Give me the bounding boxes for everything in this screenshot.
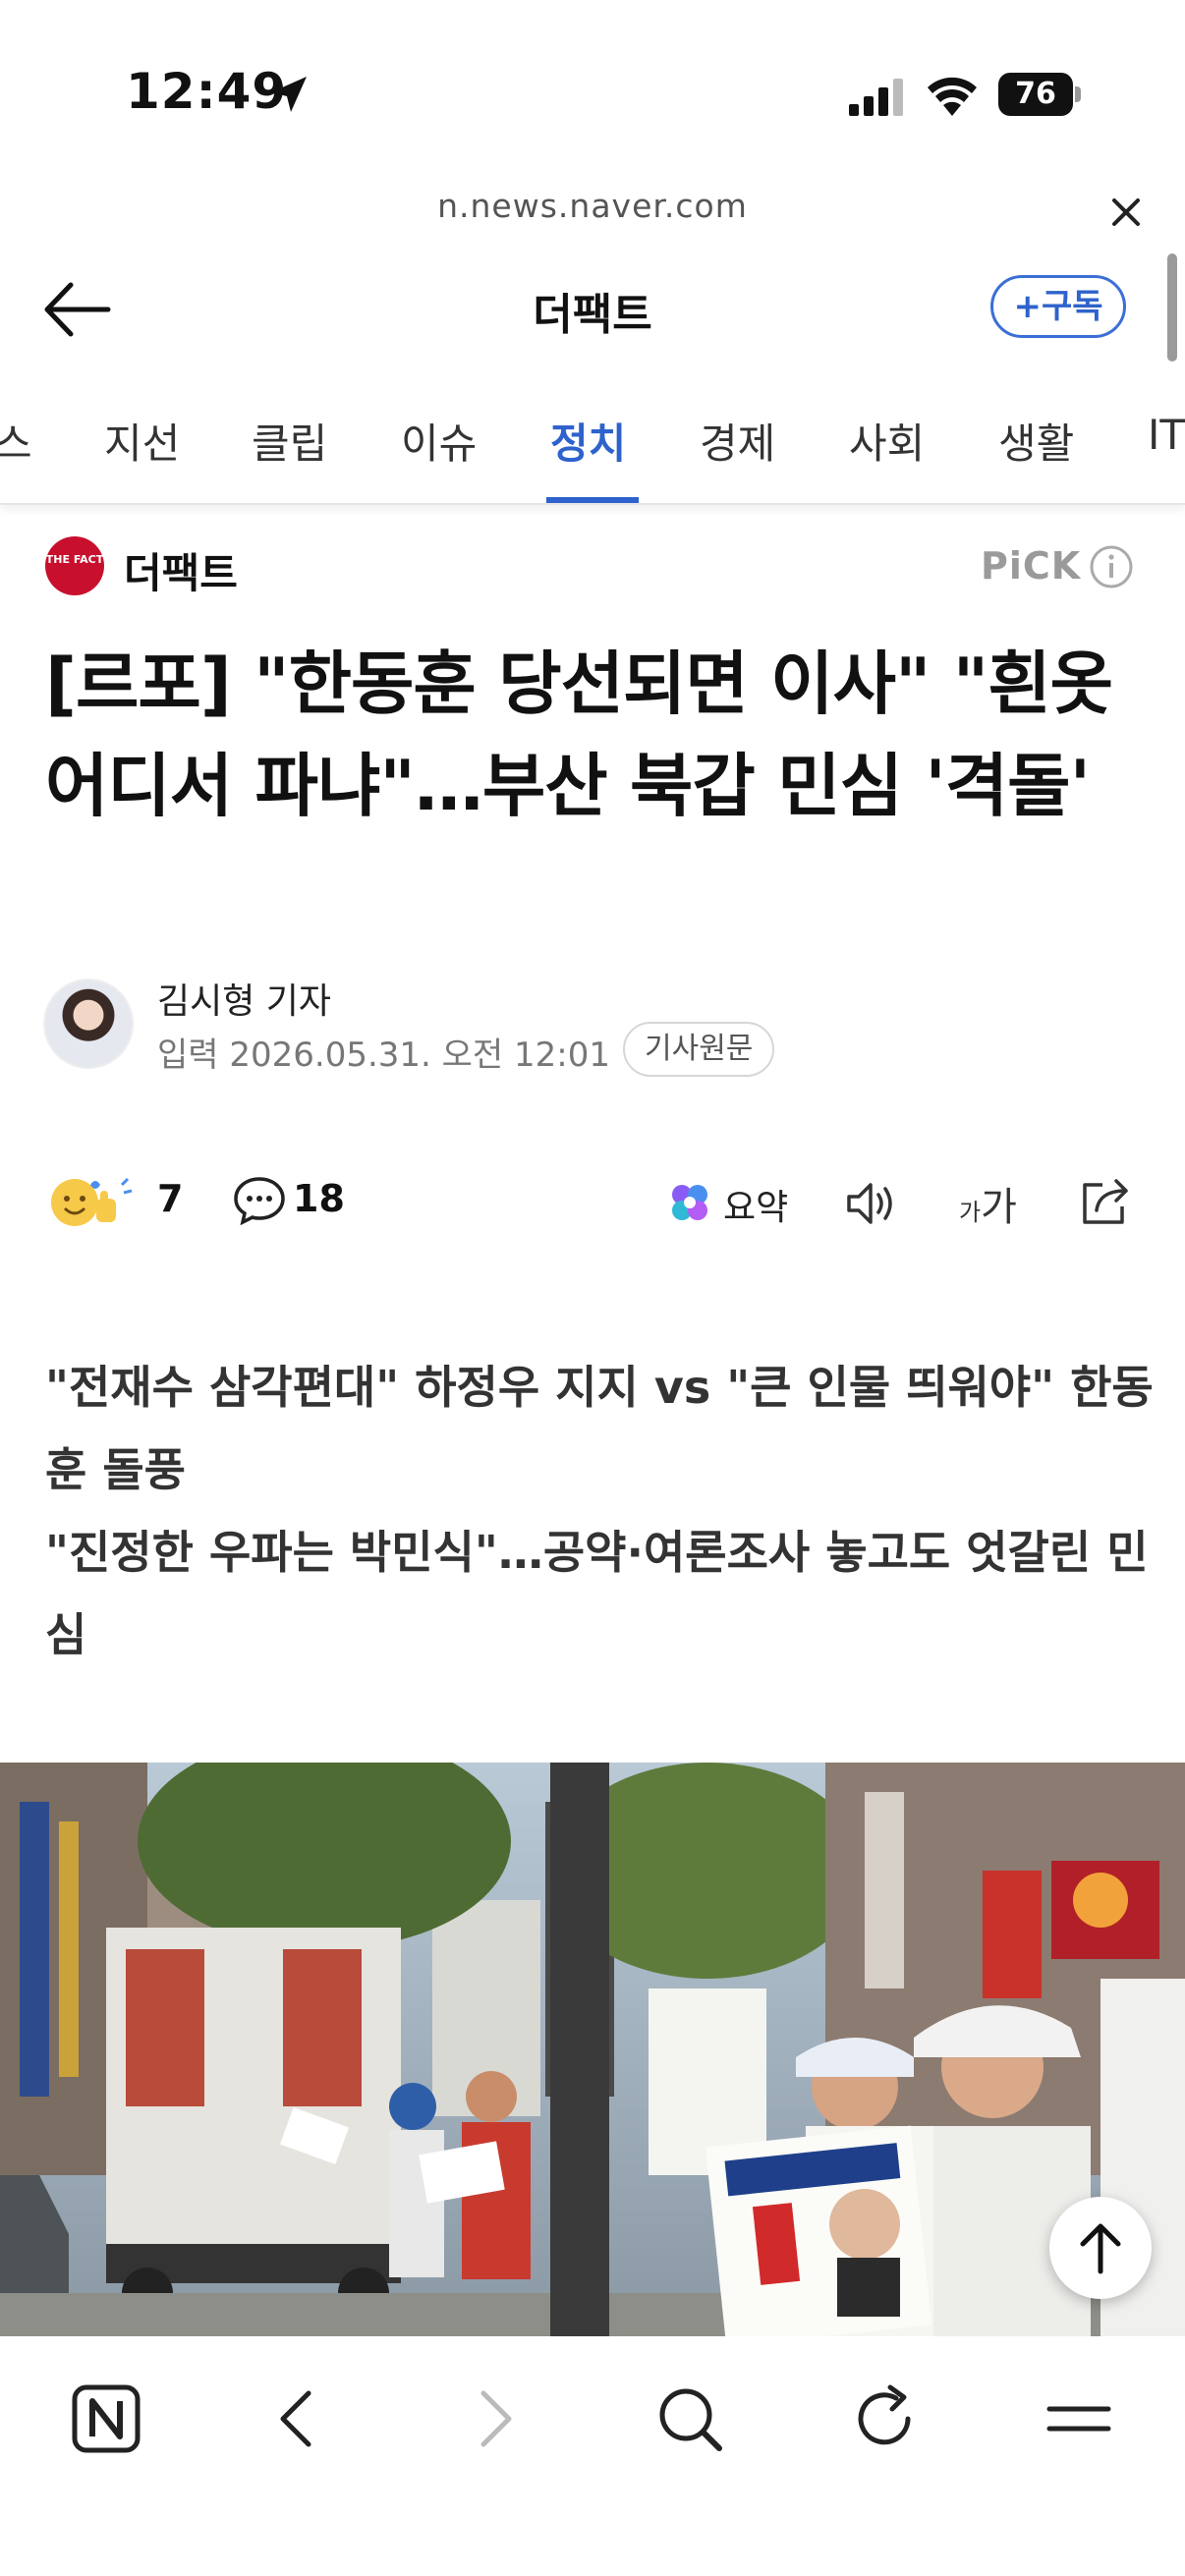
back-icon[interactable]	[259, 2380, 338, 2458]
naver-home-icon[interactable]	[67, 2380, 145, 2458]
tts-speaker-icon[interactable]	[843, 1175, 900, 1232]
article-subhead: "전재수 삼각편대" 하정우 지지 vs "큰 인물 띄워야" 한동훈 돌풍 "…	[45, 1346, 1156, 1676]
font-size-button[interactable]: 가가	[959, 1175, 1017, 1232]
status-time: 12:49	[126, 63, 288, 120]
tab-economy[interactable]: 경제	[700, 411, 775, 471]
active-tab-indicator	[546, 497, 639, 503]
summary-sparkle-icon[interactable]	[666, 1179, 713, 1226]
article-photo[interactable]	[0, 1763, 1185, 2336]
press-row: THE FACT 더팩트 PiCK	[45, 534, 1146, 597]
tab-politics[interactable]: 정치	[550, 411, 626, 471]
tab-partial[interactable]: 스	[0, 411, 32, 471]
press-name[interactable]: 더팩트	[124, 540, 238, 600]
location-arrow-icon	[271, 77, 307, 112]
tab-issue[interactable]: 이슈	[401, 411, 477, 471]
summary-button[interactable]: 요약	[723, 1179, 788, 1230]
published-time: 입력 2026.05.31. 오전 12:01	[157, 1036, 611, 1075]
reaction-emoji-icon[interactable]	[49, 1173, 151, 1228]
signal-icon	[849, 79, 903, 116]
subscribe-button[interactable]: +구독	[990, 275, 1126, 338]
reporter-name[interactable]: 김시형 기자	[157, 973, 331, 1024]
article-actions: 7 18 요약 가가	[49, 1169, 1150, 1238]
close-icon[interactable]	[1106, 193, 1146, 232]
browser-toolbar	[0, 2336, 1185, 2576]
reaction-count[interactable]: 7	[157, 1177, 183, 1220]
scroll-top-icon	[1080, 2223, 1121, 2274]
comment-count[interactable]: 18	[293, 1177, 345, 1220]
search-icon[interactable]	[650, 2380, 729, 2458]
reporter-avatar[interactable]	[43, 979, 134, 1069]
url-bar[interactable]: n.news.naver.com	[0, 179, 1185, 242]
tab-life[interactable]: 생활	[998, 411, 1074, 471]
original-article-button[interactable]: 기사원문	[623, 1022, 775, 1077]
reload-icon[interactable]	[845, 2380, 924, 2458]
battery-indicator: 76	[998, 73, 1081, 116]
forward-icon[interactable]	[454, 2380, 533, 2458]
share-icon[interactable]	[1077, 1173, 1134, 1230]
press-header: 더팩트 +구독	[0, 244, 1185, 377]
tab-it[interactable]: IT	[1148, 411, 1185, 459]
street-campaign-photo	[0, 1763, 1185, 2336]
wifi-icon	[928, 77, 977, 116]
url-text[interactable]: n.news.naver.com	[0, 187, 1185, 225]
menu-icon[interactable]	[1040, 2380, 1118, 2458]
font-small-glyph: 가	[959, 1199, 982, 1226]
pick-badge: PiCK	[981, 544, 1082, 588]
scroll-top-button[interactable]	[1049, 2197, 1152, 2299]
info-icon[interactable]	[1089, 544, 1134, 589]
reporter-row: 김시형 기자 입력 2026.05.31. 오전 12:01 기사원문	[43, 973, 1144, 1081]
comment-icon[interactable]	[232, 1175, 287, 1226]
tab-clip[interactable]: 클립	[252, 411, 327, 471]
category-tabs: 스 지선 클립 이슈 정치 경제 사회 생활 IT	[0, 377, 1185, 505]
font-large-glyph: 가	[981, 1185, 1017, 1230]
subhead-line: "진정한 우파는 박민식"…공약·여론조사 놓고도 엇갈린 민심	[45, 1526, 1149, 1661]
battery-cap	[1075, 86, 1081, 102]
battery-level: 76	[998, 73, 1073, 116]
tab-local-election[interactable]: 지선	[104, 411, 180, 471]
tab-society[interactable]: 사회	[849, 411, 925, 471]
subhead-line: "전재수 삼각편대" 하정우 지지 vs "큰 인물 띄워야" 한동훈 돌풍	[45, 1361, 1154, 1496]
status-bar: 12:49 76	[0, 0, 1185, 187]
article-headline: [르포] "한동훈 당선되면 이사" "흰옷 어디서 파냐"…부산 북갑 민심 …	[45, 644, 1113, 826]
scrollbar[interactable]	[1167, 253, 1177, 362]
press-logo[interactable]: THE FACT	[45, 536, 104, 595]
